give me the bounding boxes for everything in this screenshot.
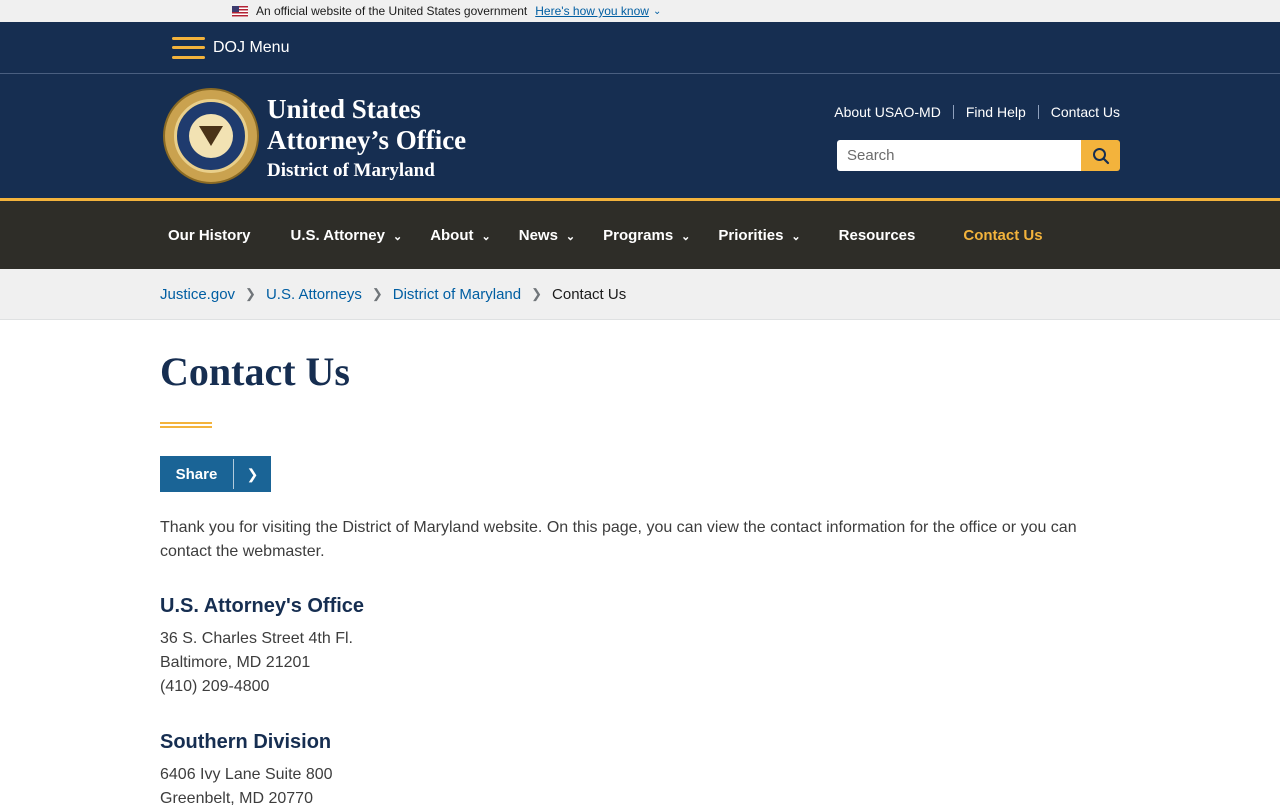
hamburger-icon[interactable] bbox=[172, 36, 205, 59]
gov-banner: An official website of the United States… bbox=[0, 0, 1280, 22]
share-button[interactable]: Share ❯ bbox=[160, 456, 271, 492]
chevron-right-icon: ❯ bbox=[371, 286, 383, 301]
chevron-right-icon: ❯ bbox=[245, 286, 256, 301]
nav-item-label: About bbox=[430, 226, 474, 244]
breadcrumb-link-justice[interactable]: Justice.gov bbox=[160, 286, 235, 303]
share-label: Share bbox=[175, 465, 218, 483]
office-address: 36 S. Charles Street 4th Fl. Baltimore, … bbox=[160, 627, 353, 699]
site-subtitle: District of Maryland bbox=[267, 160, 435, 181]
chevron-down-icon: ⌄ bbox=[791, 230, 801, 243]
gov-banner-text: An official website of the United States… bbox=[256, 4, 528, 18]
nav-item-us-attorney[interactable]: U.S. Attorney ⌄ bbox=[291, 227, 403, 244]
breadcrumb-inner: Justice.gov ❯ U.S. Attorneys ❯ District … bbox=[160, 286, 626, 303]
address-line: 6406 Ivy Lane Suite 800 bbox=[160, 766, 333, 783]
nav-item-label: Our History bbox=[168, 226, 251, 244]
site-title[interactable]: United States Attorney’s Office District… bbox=[267, 94, 466, 185]
doj-menu-button[interactable]: DOJ Menu bbox=[172, 36, 290, 59]
nav-item-our-history[interactable]: Our History bbox=[168, 227, 251, 244]
gov-banner-inner: An official website of the United States… bbox=[232, 4, 661, 18]
nav-item-resources[interactable]: Resources bbox=[839, 227, 916, 244]
office-heading: U.S. Attorney's Office bbox=[160, 595, 365, 617]
chevron-right-icon: ❯ bbox=[246, 465, 259, 482]
breadcrumb-current: Contact Us bbox=[552, 285, 627, 303]
nav-item-label: U.S. Attorney bbox=[290, 226, 385, 244]
nav-item-contact-us[interactable]: Contact Us bbox=[963, 227, 1042, 244]
utility-links: About USAO-MD Find Help Contact Us bbox=[834, 104, 1120, 120]
breadcrumb-link-district[interactable]: District of Maryland bbox=[393, 286, 521, 303]
nav-item-news[interactable]: News ⌄ bbox=[519, 227, 575, 244]
doj-menu-label: DOJ Menu bbox=[213, 38, 290, 56]
office-heading: Southern Division bbox=[160, 731, 332, 753]
utility-link-about[interactable]: About USAO-MD bbox=[834, 104, 941, 120]
breadcrumb: Justice.gov ❯ U.S. Attorneys ❯ District … bbox=[0, 269, 1280, 320]
doj-menu-bar: DOJ Menu bbox=[0, 22, 1280, 74]
main-nav-items: Our History U.S. Attorney ⌄ About ⌄ News… bbox=[168, 227, 1043, 244]
main-nav: Our History U.S. Attorney ⌄ About ⌄ News… bbox=[0, 198, 1280, 269]
chevron-down-icon: ⌄ bbox=[392, 230, 403, 243]
utility-link-contact[interactable]: Contact Us bbox=[1051, 104, 1120, 120]
nav-item-programs[interactable]: Programs ⌄ bbox=[603, 227, 690, 244]
nav-item-label: Contact Us bbox=[963, 226, 1043, 244]
nav-item-about[interactable]: About ⌄ bbox=[430, 227, 491, 244]
chevron-down-icon: ⌄ bbox=[481, 230, 491, 243]
search-form bbox=[837, 140, 1120, 171]
divider bbox=[952, 105, 954, 119]
chevron-down-icon: ⌄ bbox=[681, 230, 691, 243]
site-title-line1: United States bbox=[267, 94, 421, 124]
phone-number: (410) 209-4800 bbox=[160, 678, 270, 695]
address-line: Baltimore, MD 21201 bbox=[160, 654, 311, 671]
search-button[interactable] bbox=[1081, 140, 1120, 171]
chevron-down-icon[interactable]: ⌄ bbox=[653, 6, 661, 17]
nav-item-label: Programs bbox=[603, 226, 674, 244]
page-title: Contact Us bbox=[160, 349, 350, 394]
title-divider bbox=[160, 422, 212, 428]
intro-text: Thank you for visiting the District of M… bbox=[160, 519, 1077, 560]
chevron-down-icon: ⌄ bbox=[565, 230, 576, 243]
address-line: Greenbelt, MD 20770 bbox=[160, 790, 313, 807]
chevron-right-icon: ❯ bbox=[531, 286, 543, 301]
us-flag-icon bbox=[232, 5, 248, 17]
site-title-line2: Attorney’s Office bbox=[267, 125, 467, 155]
nav-item-label: News bbox=[518, 226, 558, 244]
breadcrumb-link-us-attorneys[interactable]: U.S. Attorneys bbox=[266, 286, 362, 303]
office-address: 6406 Ivy Lane Suite 800 Greenbelt, MD 20… bbox=[160, 763, 333, 811]
site-header: United States Attorney’s Office District… bbox=[0, 74, 1280, 198]
utility-link-find-help[interactable]: Find Help bbox=[966, 104, 1026, 120]
divider bbox=[1037, 105, 1039, 119]
address-line: 36 S. Charles Street 4th Fl. bbox=[160, 630, 353, 647]
nav-item-label: Resources bbox=[838, 226, 916, 244]
nav-item-priorities[interactable]: Priorities ⌄ bbox=[718, 227, 800, 244]
heres-how-you-know-link[interactable]: Here's how you know bbox=[535, 4, 649, 18]
search-icon bbox=[1092, 147, 1109, 164]
nav-item-label: Priorities bbox=[718, 226, 784, 244]
doj-seal-logo[interactable] bbox=[163, 88, 259, 184]
search-input[interactable] bbox=[837, 140, 1081, 171]
